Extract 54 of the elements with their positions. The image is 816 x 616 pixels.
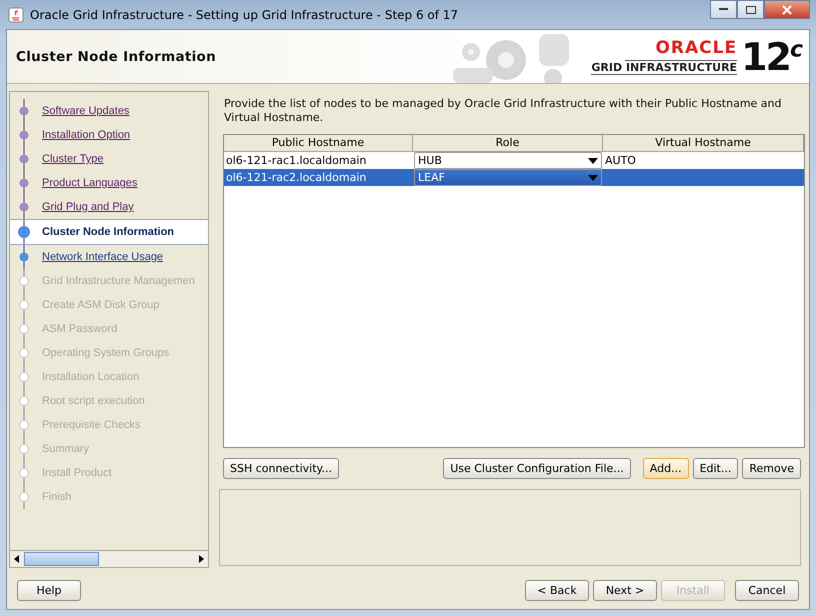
table-row[interactable]: ol6-121-rac2.localdomain LEAF <box>224 169 804 186</box>
dropdown-arrow-icon <box>588 158 598 164</box>
table-action-button[interactable]: Use Cluster Configuration File... <box>443 458 631 479</box>
step-node-icon <box>16 341 32 365</box>
maximize-icon <box>746 6 756 14</box>
scroll-thumb[interactable] <box>24 552 99 566</box>
step-item[interactable]: Product Languages <box>10 171 208 195</box>
step-item[interactable]: Software Updates <box>10 99 208 123</box>
step-node-icon <box>16 365 32 389</box>
table-action-button[interactable]: Add... <box>642 458 689 479</box>
window-title: Oracle Grid Infrastructure - Setting up Grid Infrastructure - Step 6 of 17 <box>30 8 460 22</box>
brand-name: ORACLE <box>625 38 738 61</box>
step-item[interactable]: Grid Plug and Play <box>10 195 208 219</box>
footer-button[interactable]: Cancel <box>735 580 799 601</box>
role-dropdown[interactable]: HUB <box>414 152 602 169</box>
hostname-cell-text: ol6-121-rac1.localdomain <box>225 153 368 169</box>
minimize-icon <box>719 8 728 11</box>
table-row[interactable]: ol6-121-rac1.localdomain HUB AUTO <box>224 152 804 169</box>
maximize-button[interactable] <box>737 0 764 19</box>
step-node-icon <box>16 461 32 485</box>
role-dropdown[interactable]: LEAF <box>414 169 602 186</box>
close-button[interactable] <box>764 0 810 19</box>
close-icon <box>782 4 792 14</box>
table-action-button[interactable]: SSH connectivity... <box>223 458 339 479</box>
footer-button[interactable]: Help <box>17 580 81 601</box>
java-icon <box>8 6 24 22</box>
hostname-cell-text: ol6-121-rac2.localdomain <box>225 170 368 186</box>
step-item[interactable]: Installation Option <box>10 123 208 147</box>
page-title: Cluster Node Information <box>15 48 218 64</box>
column-header[interactable]: Public Hostname <box>224 135 413 152</box>
version-number: 12$^{c}$ <box>741 38 801 76</box>
step-node-icon <box>16 413 32 437</box>
step-node-icon <box>16 389 32 413</box>
virtual-hostname-cell-text: AUTO <box>604 153 637 169</box>
step-item[interactable]: Network Interface Usage <box>10 245 208 269</box>
column-header[interactable]: Role <box>413 135 603 152</box>
minimize-button[interactable] <box>710 0 737 19</box>
column-header[interactable]: Virtual Hostname <box>603 135 804 152</box>
instructions-text: Provide the list of nodes to be managed by Oracle Grid Infrastructure with their Public Hostname and Virtual Hostname. <box>224 97 782 125</box>
step-node-icon <box>16 220 32 244</box>
product-name: GRID INFRASTRUCTURE <box>591 61 738 74</box>
step-node-icon <box>16 485 32 509</box>
horizontal-scrollbar[interactable] <box>9 550 209 568</box>
footer-button[interactable]: < Back <box>525 580 589 601</box>
step-node-icon <box>16 317 32 341</box>
dropdown-arrow-icon <box>588 174 598 180</box>
step-item[interactable]: Cluster Node Information <box>10 219 208 245</box>
footer-button[interactable]: Next > <box>593 580 657 601</box>
table-action-button[interactable]: Edit... <box>692 458 738 479</box>
step-node-icon <box>16 269 32 293</box>
step-item[interactable]: Cluster Type <box>10 147 208 171</box>
table-action-button[interactable]: Remove <box>742 458 801 479</box>
step-node-icon <box>16 437 32 461</box>
step-node-icon <box>16 293 32 317</box>
